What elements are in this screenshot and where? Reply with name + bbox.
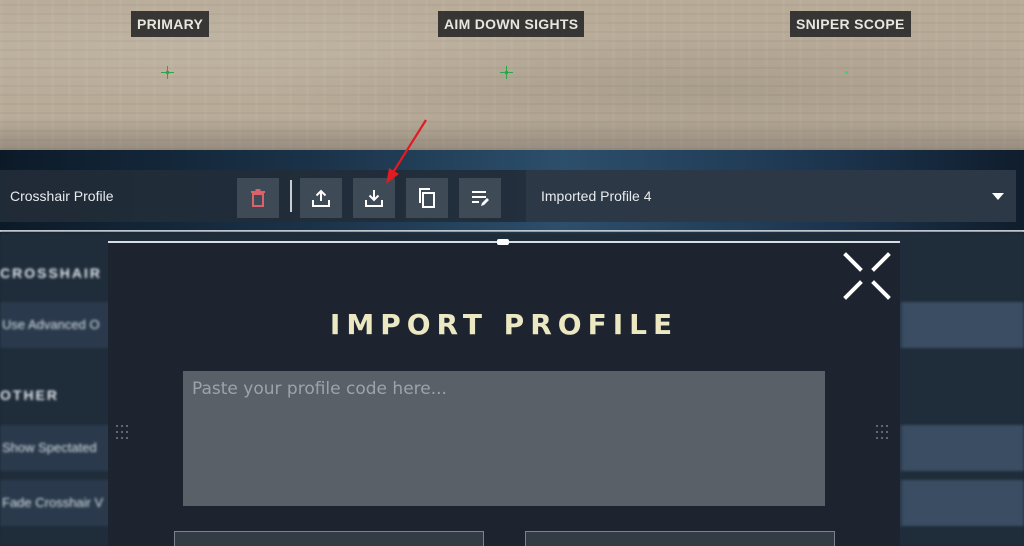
crosshair-icon — [161, 66, 174, 79]
setting-value-box — [902, 480, 1024, 526]
decorative-dots — [876, 425, 892, 445]
modal-left-button[interactable] — [174, 531, 484, 546]
scope-dot-icon — [845, 71, 848, 74]
trash-icon — [251, 189, 265, 207]
close-modal-button[interactable] — [843, 252, 891, 300]
rename-profile-button[interactable] — [459, 178, 501, 218]
setting-value-box — [902, 302, 1024, 348]
chevron-down-icon — [992, 193, 1004, 200]
setting-label: Use Advanced O — [2, 317, 100, 332]
profile-dropdown[interactable]: Imported Profile 4 — [526, 170, 1016, 222]
crosshair-preview: PRIMARY AIM DOWN SIGHTS SNIPER SCOPE — [0, 0, 1024, 150]
profile-title: Crosshair Profile — [10, 188, 114, 204]
preview-label-sniper-scope: SNIPER SCOPE — [790, 11, 911, 37]
preview-label-primary: PRIMARY — [131, 11, 210, 37]
profile-dropdown-value: Imported Profile 4 — [541, 188, 652, 204]
toolbar-divider — [290, 180, 292, 212]
crosshair-settings-screen: PRIMARY AIM DOWN SIGHTS SNIPER SCOPE Cro… — [0, 0, 1024, 546]
section-header-other: OTHER — [0, 387, 59, 403]
delete-profile-button[interactable] — [237, 178, 279, 218]
modal-right-button[interactable] — [525, 531, 835, 546]
upload-icon — [312, 189, 330, 207]
close-icon — [843, 252, 891, 300]
copy-icon — [419, 188, 435, 208]
crosshair-icon — [500, 66, 513, 79]
setting-label: Show Spectated — [2, 440, 97, 455]
modal-title: IMPORT PROFILE — [329, 308, 679, 341]
section-header-crosshair: CROSSHAIR — [0, 265, 103, 281]
modal-handle — [497, 239, 509, 245]
decorative-dots — [116, 425, 132, 445]
export-profile-button[interactable] — [300, 178, 342, 218]
setting-label: Fade Crosshair V — [2, 495, 104, 510]
annotation-arrow-icon — [386, 119, 427, 184]
rename-icon — [472, 191, 489, 206]
preview-label-aim-down-sights: AIM DOWN SIGHTS — [438, 11, 585, 37]
download-icon — [365, 190, 383, 207]
setting-value-box — [902, 425, 1024, 471]
profile-code-input[interactable] — [183, 371, 825, 506]
